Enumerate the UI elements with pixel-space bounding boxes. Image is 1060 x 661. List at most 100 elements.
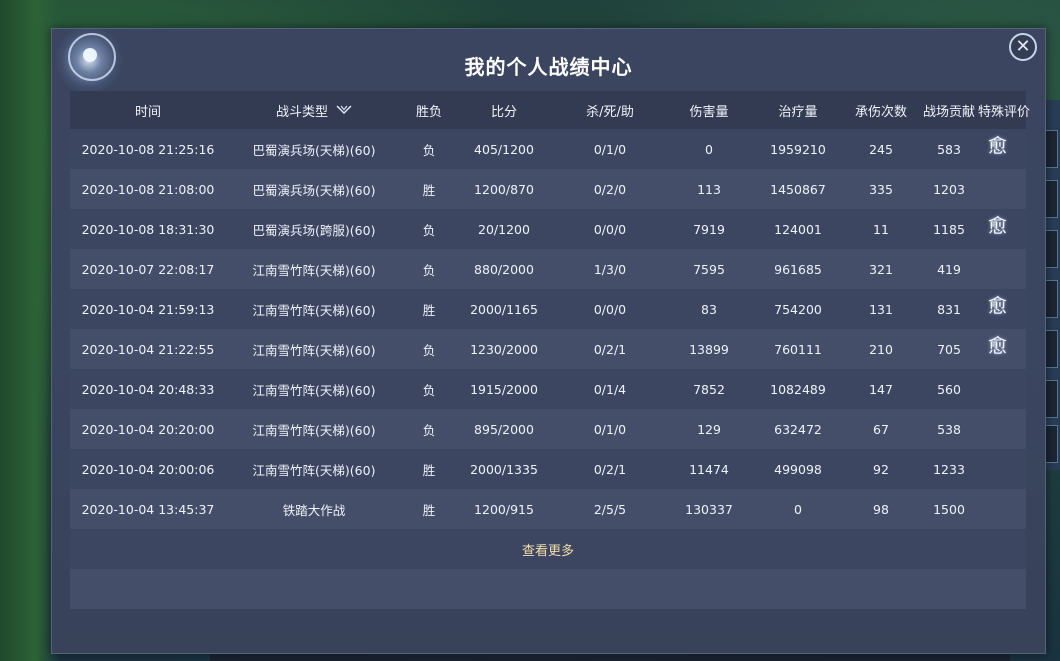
cell-healing: 632472 <box>774 421 822 437</box>
cell-result: 胜 <box>422 462 436 478</box>
cell-score: 2000/1335 <box>470 461 538 477</box>
cell-contribution: 831 <box>937 301 961 317</box>
cell-contribution: 583 <box>937 141 961 157</box>
cell-kda: 0/1/0 <box>593 421 627 437</box>
cell-damage: 130337 <box>685 501 733 517</box>
cell-damage: 113 <box>697 181 721 197</box>
cell-type: 江南雪竹阵(天梯)(60) <box>252 382 376 398</box>
cell-time: 2020-10-07 22:08:17 <box>81 261 215 277</box>
cell-result: 负 <box>422 382 436 398</box>
table-row[interactable]: 2020-10-08 18:31:30 巴蜀演兵场(跨服)(60) 负 20/1… <box>70 209 1026 249</box>
cell-time: 2020-10-04 20:20:00 <box>81 421 215 437</box>
table-header: 时间 战斗类型 胜负 比分 杀/死/助 伤害量 治疗量 承伤次数 战场贡献 特殊… <box>70 91 1031 129</box>
cell-taken: 98 <box>873 501 889 517</box>
table-row[interactable]: 2020-10-08 21:25:16 巴蜀演兵场(天梯)(60) 负 405/… <box>70 129 1026 169</box>
cell-result: 负 <box>422 142 436 158</box>
header-type[interactable]: 战斗类型 <box>226 91 402 129</box>
cell-result: 负 <box>422 222 436 238</box>
cell-contribution: 419 <box>937 261 961 277</box>
sort-dropdown-icon[interactable] <box>336 105 352 115</box>
cell-kda: 0/2/1 <box>593 461 627 477</box>
table-footer <box>70 569 1026 609</box>
cell-kda: 0/2/0 <box>593 181 627 197</box>
cell-healing: 760111 <box>774 341 822 357</box>
cell-contribution: 1233 <box>933 461 965 477</box>
cell-taken: 147 <box>869 381 893 397</box>
cell-healing: 1959210 <box>770 141 826 157</box>
cell-taken: 92 <box>873 461 889 477</box>
cell-special <box>982 249 1026 289</box>
cell-result: 胜 <box>422 502 436 518</box>
cell-healing: 1450867 <box>770 181 826 197</box>
cell-score: 1230/2000 <box>470 341 538 357</box>
cell-time: 2020-10-04 20:00:06 <box>81 461 215 477</box>
table-row[interactable]: 2020-10-04 13:45:37 铁踏大作战 胜 1200/915 2/5… <box>70 489 1026 529</box>
cell-type: 江南雪竹阵(天梯)(60) <box>252 262 376 278</box>
table-row[interactable]: 2020-10-07 22:08:17 江南雪竹阵(天梯)(60) 负 880/… <box>70 249 1026 289</box>
cell-type: 巴蜀演兵场(跨服)(60) <box>252 222 376 238</box>
cell-taken: 131 <box>869 301 893 317</box>
healer-badge-icon: 愈 <box>988 135 1008 157</box>
cell-score: 20/1200 <box>478 221 530 237</box>
cell-damage: 7919 <box>693 221 725 237</box>
cell-special <box>982 369 1026 409</box>
cell-time: 2020-10-08 18:31:30 <box>81 221 215 237</box>
cell-special: 愈 <box>982 209 1026 249</box>
cell-score: 1915/2000 <box>470 381 538 397</box>
cell-contribution: 1185 <box>933 221 965 237</box>
cell-kda: 0/0/0 <box>593 301 627 317</box>
cell-type: 铁踏大作战 <box>282 502 346 518</box>
cell-result: 负 <box>422 342 436 358</box>
header-result: 胜负 <box>415 104 442 120</box>
header-special: 特殊评价 <box>978 104 1031 120</box>
more-row: 查看更多 <box>70 529 1026 569</box>
game-scene: ✕ 我的个人战绩中心 时间 战斗类型 胜负 比分 杀/死/助 伤害量 治疗量 承… <box>0 0 1060 661</box>
cell-taken: 210 <box>869 341 893 357</box>
cell-contribution: 1500 <box>933 501 965 517</box>
cell-taken: 67 <box>873 421 889 437</box>
cell-time: 2020-10-04 20:48:33 <box>81 381 215 397</box>
cell-healing: 124001 <box>774 221 822 237</box>
cell-contribution: 705 <box>937 341 961 357</box>
cell-result: 胜 <box>422 182 436 198</box>
cell-taken: 245 <box>869 141 893 157</box>
cell-kda: 1/3/0 <box>593 261 627 277</box>
cell-damage: 129 <box>697 421 721 437</box>
healer-badge-icon: 愈 <box>988 335 1008 357</box>
cell-kda: 0/0/0 <box>593 221 627 237</box>
table-row[interactable]: 2020-10-04 20:00:06 江南雪竹阵(天梯)(60) 胜 2000… <box>70 449 1026 489</box>
cell-contribution: 538 <box>937 421 961 437</box>
cell-score: 1200/915 <box>474 501 534 517</box>
cell-healing: 961685 <box>774 261 822 277</box>
cell-time: 2020-10-04 21:59:13 <box>81 301 215 317</box>
header-taken: 承伤次数 <box>854 104 907 120</box>
cell-result: 负 <box>422 422 436 438</box>
header-damage: 伤害量 <box>689 104 729 120</box>
table-row[interactable]: 2020-10-04 21:22:55 江南雪竹阵(天梯)(60) 负 1230… <box>70 329 1026 369</box>
cell-kda: 0/1/0 <box>593 141 627 157</box>
header-type-label: 战斗类型 <box>275 104 328 120</box>
cell-type: 巴蜀演兵场(天梯)(60) <box>252 142 376 158</box>
table-row[interactable]: 2020-10-08 21:08:00 巴蜀演兵场(天梯)(60) 胜 1200… <box>70 169 1026 209</box>
cell-score: 2000/1165 <box>470 301 538 317</box>
header-contribution: 战场贡献 <box>922 104 975 120</box>
header-score: 比分 <box>490 104 517 120</box>
cell-taken: 321 <box>869 261 893 277</box>
healer-badge-icon: 愈 <box>988 215 1008 237</box>
cell-time: 2020-10-04 13:45:37 <box>81 501 215 517</box>
table-body: 2020-10-08 21:25:16 巴蜀演兵场(天梯)(60) 负 405/… <box>70 129 1026 529</box>
header-time: 时间 <box>134 104 161 120</box>
cell-special <box>982 489 1026 529</box>
cell-contribution: 1203 <box>933 181 965 197</box>
cell-damage: 13899 <box>689 341 729 357</box>
cell-healing: 1082489 <box>770 381 826 397</box>
cell-special: 愈 <box>982 129 1026 169</box>
cell-kda: 0/1/4 <box>593 381 627 397</box>
table-row[interactable]: 2020-10-04 20:48:33 江南雪竹阵(天梯)(60) 负 1915… <box>70 369 1026 409</box>
battle-record-table: 时间 战斗类型 胜负 比分 杀/死/助 伤害量 治疗量 承伤次数 战场贡献 特殊… <box>70 91 1031 609</box>
table-row[interactable]: 2020-10-04 20:20:00 江南雪竹阵(天梯)(60) 负 895/… <box>70 409 1026 449</box>
cell-type: 江南雪竹阵(天梯)(60) <box>252 462 376 478</box>
table-row[interactable]: 2020-10-04 21:59:13 江南雪竹阵(天梯)(60) 胜 2000… <box>70 289 1026 329</box>
cell-healing: 0 <box>794 501 802 517</box>
view-more-link[interactable]: 查看更多 <box>522 540 574 559</box>
